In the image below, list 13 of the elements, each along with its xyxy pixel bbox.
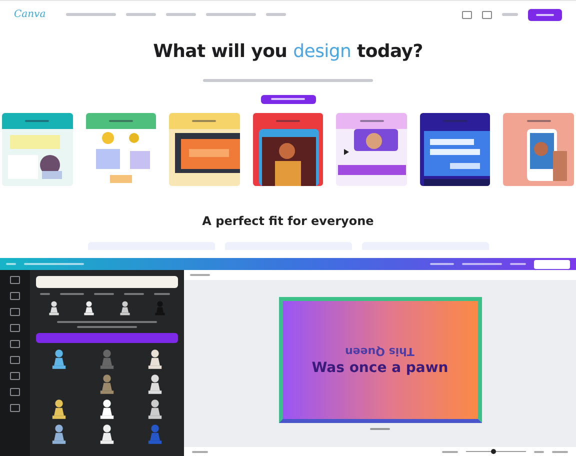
headline: What will you design today? [153,40,423,62]
template-card[interactable] [169,113,240,186]
template-card[interactable] [2,113,73,186]
search-field[interactable] [36,276,178,288]
logo[interactable]: Canva [14,9,46,20]
template-card[interactable] [420,113,490,186]
section-title: A perfect fit for everyone [202,214,374,228]
zoom-slider-thumb[interactable] [491,449,496,454]
design-text: This Queen [345,344,415,358]
signup-button[interactable] [528,8,562,21]
share-button[interactable] [534,260,570,268]
start-designing-button[interactable] [260,94,316,104]
design-text: Was once a pawn [312,360,448,376]
